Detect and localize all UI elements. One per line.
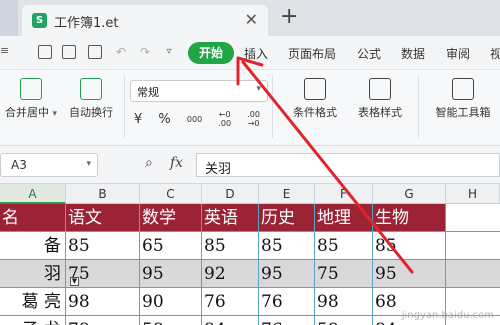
annotation-arrow bbox=[236, 56, 414, 274]
watermark: jingyan.baidu.com bbox=[401, 310, 494, 321]
